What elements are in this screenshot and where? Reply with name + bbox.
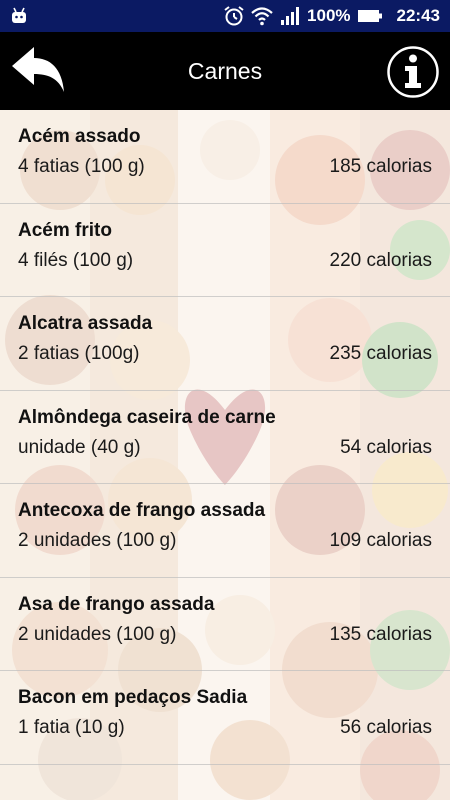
food-portion: 4 fatias (100 g) xyxy=(18,156,145,177)
food-list: Acém assado 4 fatias (100 g) 185 caloria… xyxy=(0,110,450,765)
food-calories: 185 calorias xyxy=(329,156,432,177)
page-title: Carnes xyxy=(187,58,263,84)
food-calories: 54 calorias xyxy=(340,436,432,458)
food-calories: 235 calorias xyxy=(329,343,432,364)
food-name: Alcatra assada xyxy=(18,313,153,334)
food-portion: unidade (40 g) xyxy=(18,436,141,458)
list-item[interactable]: Acém assado 4 fatias (100 g) 185 caloria… xyxy=(0,110,450,204)
list-item[interactable]: Alcatra assada 2 fatias (100g) 235 calor… xyxy=(0,297,450,391)
food-name: Acém assado xyxy=(18,126,141,147)
list-item[interactable]: Acém frito 4 filés (100 g) 220 calorias xyxy=(0,204,450,297)
food-portion: 2 fatias (100g) xyxy=(18,343,140,364)
battery-percent: 100% xyxy=(307,6,351,25)
list-item[interactable]: Almôndega caseira de carne unidade (40 g… xyxy=(0,391,450,484)
food-name: Acém frito xyxy=(18,219,112,241)
food-name: Bacon em pedaços Sadia xyxy=(18,687,248,708)
food-calories: 56 calorias xyxy=(340,717,432,738)
food-list-panel[interactable]: Acém assado 4 fatias (100 g) 185 caloria… xyxy=(0,110,450,800)
signal-icon xyxy=(281,7,300,25)
clock-time: 22:43 xyxy=(396,6,440,25)
android-notification-icon xyxy=(12,7,26,23)
food-calories: 135 calorias xyxy=(329,623,432,645)
list-item[interactable]: Asa de frango assada 2 unidades (100 g) … xyxy=(0,578,450,671)
food-portion: 1 fatia (10 g) xyxy=(18,717,125,738)
food-name: Asa de frango assada xyxy=(18,593,215,615)
wifi-icon xyxy=(251,7,273,26)
app-header: Carnes xyxy=(0,32,450,110)
food-calories: 109 calorias xyxy=(329,530,432,551)
status-bar: 100% 22:43 xyxy=(0,0,450,32)
info-icon[interactable] xyxy=(386,45,440,99)
list-item[interactable]: Antecoxa de frango assada 2 unidades (10… xyxy=(0,484,450,578)
food-portion: 4 filés (100 g) xyxy=(18,249,134,271)
food-calories: 220 calorias xyxy=(329,249,432,271)
food-portion: 2 unidades (100 g) xyxy=(18,530,177,551)
food-name: Almôndega caseira de carne xyxy=(18,406,276,428)
alarm-icon xyxy=(224,6,244,26)
food-name: Antecoxa de frango assada xyxy=(18,500,266,521)
food-portion: 2 unidades (100 g) xyxy=(18,623,177,645)
list-item[interactable]: Bacon em pedaços Sadia 1 fatia (10 g) 56… xyxy=(0,671,450,765)
battery-icon xyxy=(357,10,382,22)
